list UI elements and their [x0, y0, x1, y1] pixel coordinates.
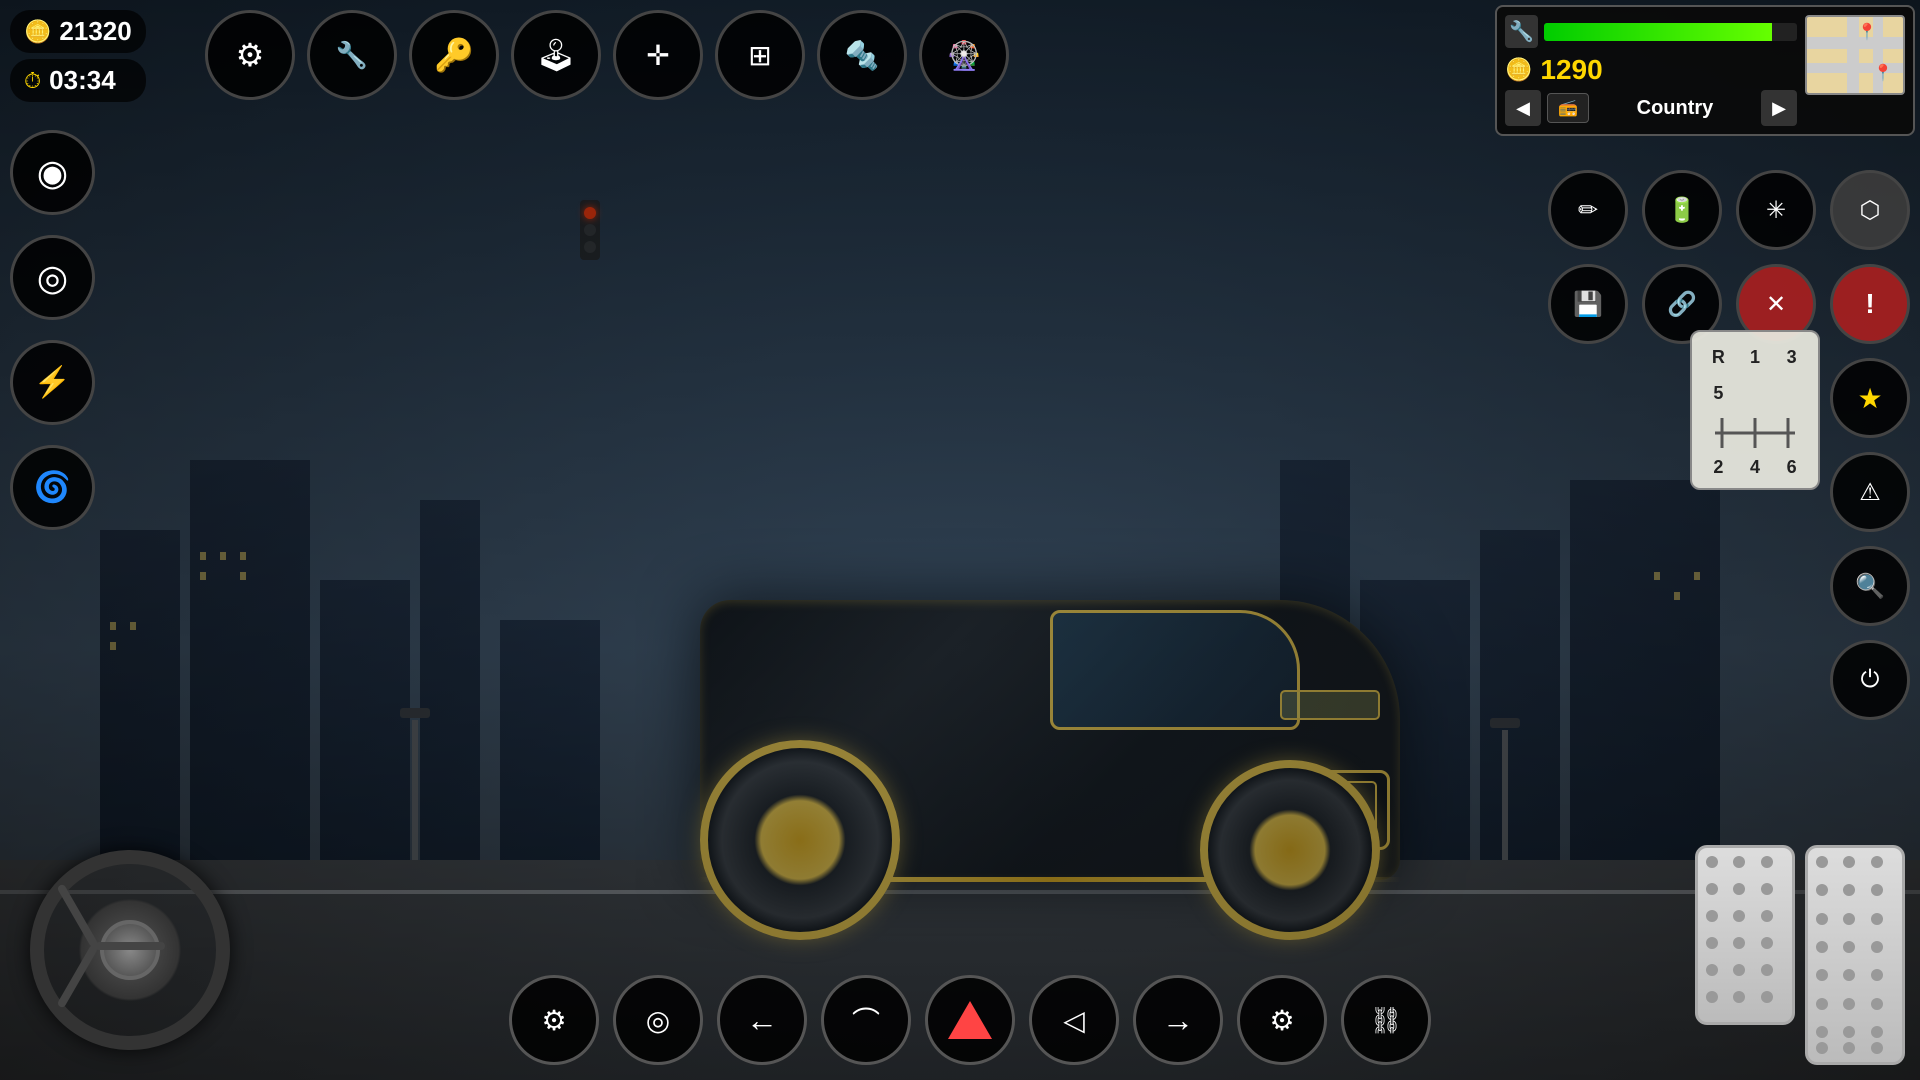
- gear-R: R: [1702, 342, 1735, 374]
- gear-6: 6: [1775, 457, 1808, 478]
- gear-5: 5: [1702, 378, 1735, 410]
- map-pin-icon: 📍: [1857, 22, 1877, 42]
- gear-1: 1: [1739, 342, 1772, 374]
- hazard-triangle-icon: [948, 1001, 992, 1039]
- radio-icon: 📻: [1558, 98, 1578, 118]
- headlight-button[interactable]: ◁: [1029, 975, 1119, 1065]
- main-car: [600, 440, 1500, 960]
- chain-button[interactable]: ⛓: [1341, 975, 1431, 1065]
- bolt-button[interactable]: 🔩: [817, 10, 907, 100]
- info-panel[interactable]: 🔧 🪙 1290 ◀ 📻 Country ▶: [1495, 5, 1915, 136]
- coin-display-icon: 🪙: [1505, 57, 1532, 83]
- save-button[interactable]: 💾: [1548, 264, 1628, 344]
- time-stat: ⏱ 03:34: [10, 59, 146, 102]
- settings-button[interactable]: ⚙: [205, 10, 295, 100]
- turbo-button[interactable]: ⚙: [509, 975, 599, 1065]
- turbine-button[interactable]: 🌀: [10, 445, 95, 530]
- steering-center: [100, 920, 160, 980]
- gear-pattern: [1705, 413, 1805, 453]
- pedal-panel: [1695, 845, 1905, 1065]
- repair-button[interactable]: ✛: [613, 10, 703, 100]
- fan-button[interactable]: ✳: [1736, 170, 1816, 250]
- coins-value: 21320: [59, 16, 131, 47]
- fuel-bar-container: [1544, 23, 1797, 41]
- brake-disc-button[interactable]: ◎: [613, 975, 703, 1065]
- transmission-button[interactable]: ⊞: [715, 10, 805, 100]
- wrench-icon: 🔧: [1505, 15, 1538, 48]
- turn-left-button[interactable]: ←: [717, 975, 807, 1065]
- joystick-button[interactable]: 🕹: [511, 10, 601, 100]
- nav-row[interactable]: ◀ 📻 Country ▶: [1505, 90, 1797, 126]
- time-value: 03:34: [49, 65, 116, 96]
- top-toolbar: ⚙ 🔧 🔑 🕹 ✛ ⊞ 🔩 🎡: [205, 10, 1009, 100]
- search-button[interactable]: 🔍: [1830, 546, 1910, 626]
- nav-right-button[interactable]: ▶: [1761, 90, 1797, 126]
- brake-pedal[interactable]: [1695, 845, 1795, 1025]
- coins-stat: 🪙 21320: [10, 10, 146, 53]
- tuning-button[interactable]: 🔧: [307, 10, 397, 100]
- gear-3: 3: [1775, 342, 1808, 374]
- gear-panel: R 1 3 5 2 4 6: [1690, 330, 1820, 490]
- battery-button[interactable]: 🔋: [1642, 170, 1722, 250]
- right-row-1: ✏ 🔋 ✳ ⬡: [1548, 170, 1910, 250]
- spark-button[interactable]: ✏: [1548, 170, 1628, 250]
- map-player-icon: 📍: [1873, 63, 1893, 83]
- speedometer-button[interactable]: ◉: [10, 130, 95, 215]
- left-panel: ◉ ◎ ⚡ 🌀: [10, 130, 95, 530]
- connector-button[interactable]: ⚡: [10, 340, 95, 425]
- engine-button[interactable]: ⚙: [1237, 975, 1327, 1065]
- favorite-button[interactable]: ★: [1830, 358, 1910, 438]
- location-label: Country: [1595, 97, 1755, 120]
- turn-right-button[interactable]: →: [1133, 975, 1223, 1065]
- alert-button[interactable]: !: [1830, 264, 1910, 344]
- radio-display: 📻: [1547, 93, 1589, 123]
- right-row-5: 🔍: [1548, 546, 1910, 626]
- steering-wheel[interactable]: [30, 850, 230, 1050]
- coin-display-value: 1290: [1540, 54, 1602, 86]
- hazard-button[interactable]: [925, 975, 1015, 1065]
- power-button[interactable]: ⏻: [1830, 640, 1910, 720]
- coin-row: 🪙 1290: [1505, 54, 1797, 86]
- nav-left-button[interactable]: ◀: [1505, 90, 1541, 126]
- mini-map: 📍 📍: [1805, 15, 1905, 95]
- fuel-bar: [1544, 23, 1772, 41]
- right-row-6: ⏻: [1548, 640, 1910, 720]
- wheel-button[interactable]: 🎡: [919, 10, 1009, 100]
- fuel-row: 🔧: [1505, 15, 1797, 48]
- keys-button[interactable]: 🔑: [409, 10, 499, 100]
- gear-4: 4: [1739, 457, 1772, 478]
- halfcut-button[interactable]: ⬡: [1830, 170, 1910, 250]
- gear-2: 2: [1702, 457, 1735, 478]
- wiper-button[interactable]: ⌒: [821, 975, 911, 1065]
- traffic-light: [580, 200, 600, 260]
- bottom-toolbar: ⚙ ◎ ← ⌒ ◁ → ⚙ ⛓: [280, 975, 1660, 1065]
- warning-button[interactable]: ⚠: [1830, 452, 1910, 532]
- time-icon: ⏱: [24, 68, 41, 94]
- gas-pedal[interactable]: [1805, 845, 1905, 1065]
- coins-icon: 🪙: [24, 19, 51, 45]
- rim-button[interactable]: ◎: [10, 235, 95, 320]
